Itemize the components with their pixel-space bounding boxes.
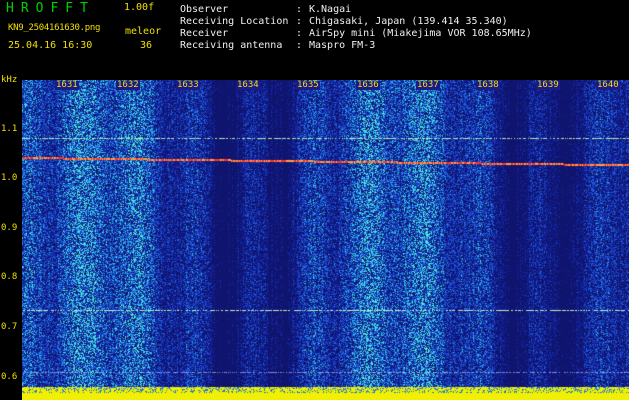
x-tick-label: 1638 <box>476 80 500 90</box>
y-tick-label: 0.9 <box>1 223 18 233</box>
mode-label: meleor <box>125 26 162 37</box>
observer-value: K.Nagai <box>309 4 352 15</box>
x-tick-label: 1632 <box>116 80 140 90</box>
observer-label: Observer <box>180 4 229 15</box>
observer-sep: : <box>296 4 303 15</box>
x-tick-label: 1634 <box>236 80 260 90</box>
receiver-label: Receiver <box>180 28 229 39</box>
x-tick-label: 1637 <box>416 80 440 90</box>
x-tick-label: 1636 <box>356 80 380 90</box>
count-label: 36 <box>140 40 153 51</box>
hrofft-window: { "header": { "app_title": "HROFFT", "ve… <box>0 0 629 400</box>
antenna-value: Maspro FM-3 <box>309 40 376 51</box>
y-axis-unit: kHz <box>1 75 18 85</box>
x-tick-label: 1633 <box>176 80 200 90</box>
app-title: HROFFT <box>6 1 95 16</box>
antenna-sep: : <box>296 40 303 51</box>
x-tick-label: 1639 <box>536 80 560 90</box>
location-label: Receiving Location <box>180 16 289 27</box>
y-tick-label: 0.7 <box>1 322 18 332</box>
location-value: Chigasaki, Japan (139.414 35.340) <box>309 16 508 27</box>
x-tick-label: 1631 <box>55 80 79 90</box>
datetime-label: 25.04.16 16:30 <box>8 40 93 51</box>
y-tick-label: 0.6 <box>1 372 18 382</box>
location-sep: : <box>296 16 303 27</box>
y-tick-label: 1.1 <box>1 124 18 134</box>
x-tick-label: 1635 <box>296 80 320 90</box>
y-tick-label: 1.0 <box>1 173 18 183</box>
spectrogram-canvas[interactable] <box>22 80 629 400</box>
antenna-label: Receiving antenna <box>180 40 283 51</box>
receiver-sep: : <box>296 28 303 39</box>
receiver-value: AirSpy mini (Miakejima VOR 108.65MHz) <box>309 28 532 39</box>
y-tick-label: 0.8 <box>1 272 18 282</box>
filename-label: KN9_2504161630.png <box>8 23 101 33</box>
x-tick-label: 1640 <box>596 80 620 90</box>
version-label: 1.00f <box>124 2 155 13</box>
